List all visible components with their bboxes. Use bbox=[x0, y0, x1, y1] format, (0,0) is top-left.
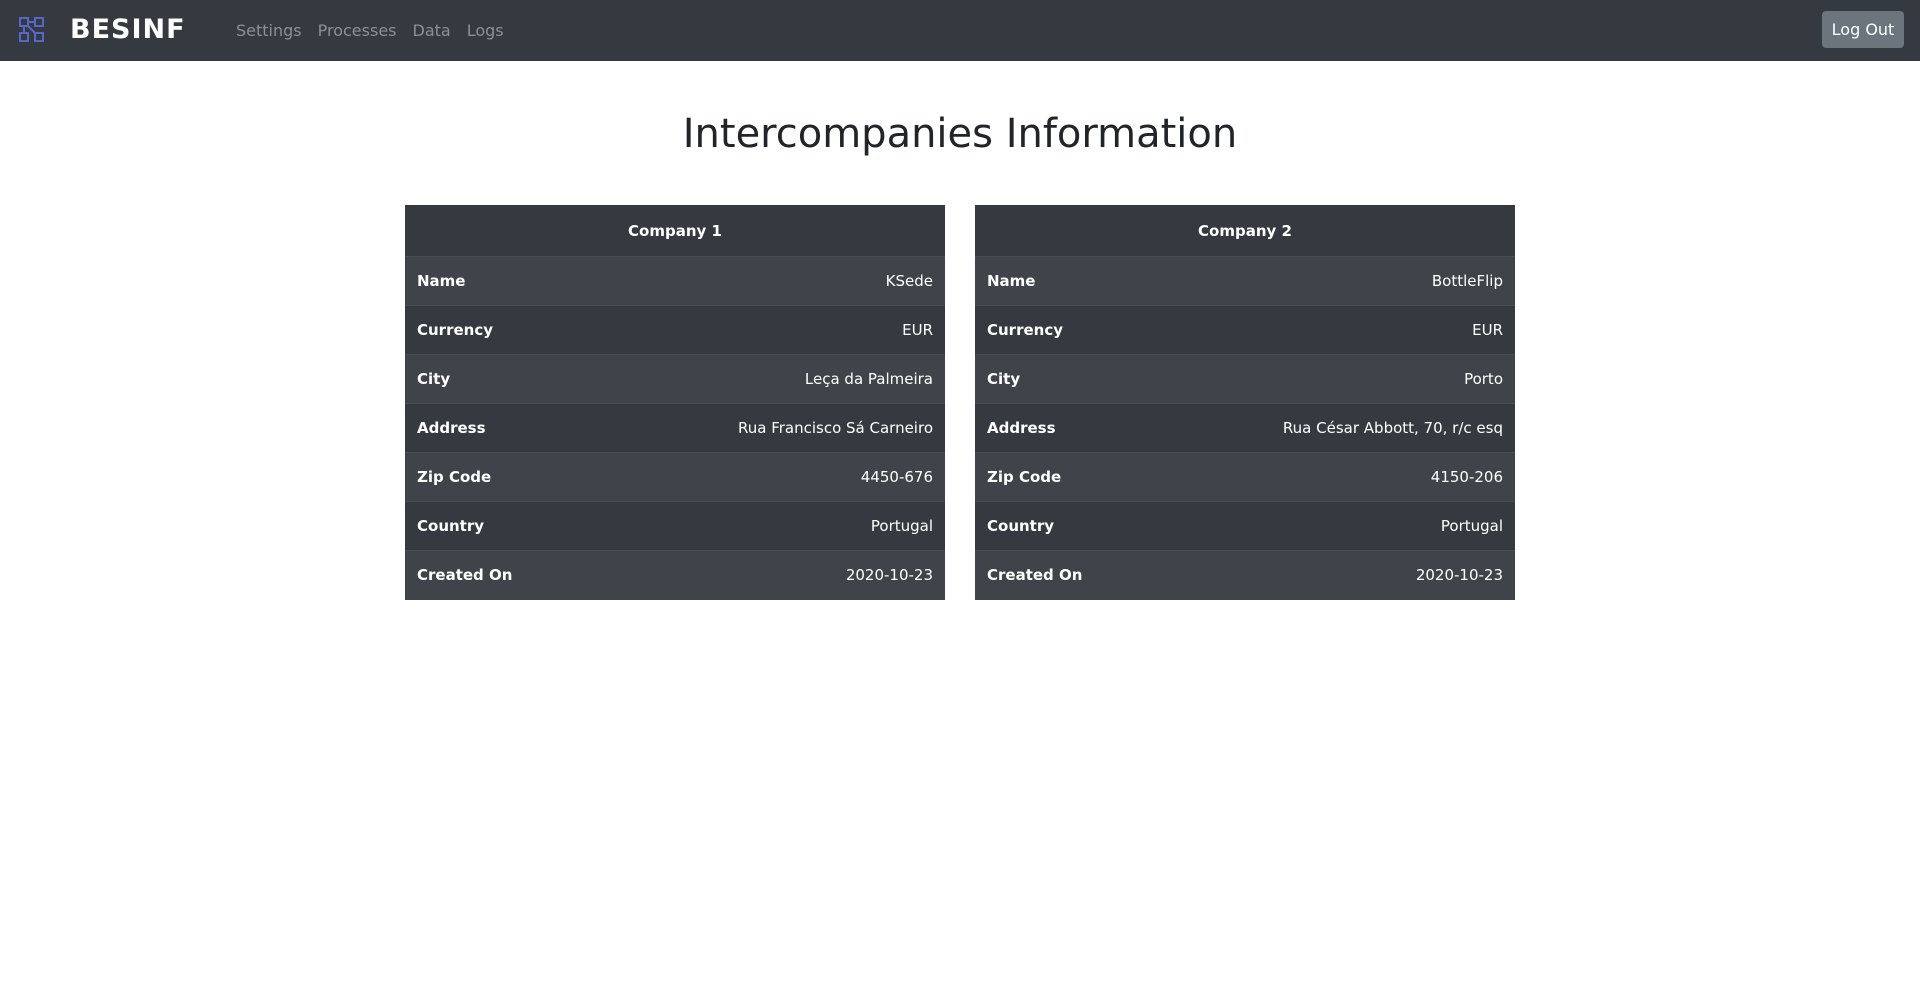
company-2-header: Company 2 bbox=[975, 205, 1515, 257]
table-row: Name BottleFlip bbox=[975, 256, 1515, 306]
row-label: Name bbox=[405, 256, 596, 306]
company-1-header: Company 1 bbox=[405, 205, 945, 257]
row-label: Name bbox=[975, 256, 1153, 306]
nav-link-logs[interactable]: Logs bbox=[459, 0, 512, 61]
row-value: BottleFlip bbox=[1152, 256, 1515, 306]
table-row: Zip Code 4150-206 bbox=[975, 452, 1515, 502]
company-2-table-wrap: Company 2 Name BottleFlip Currency EUR C… bbox=[975, 205, 1515, 600]
row-value: 2020-10-23 bbox=[595, 550, 945, 600]
row-label: Country bbox=[975, 501, 1153, 551]
table-row: Address Rua Francisco Sá Carneiro bbox=[405, 403, 945, 453]
row-value: Portugal bbox=[595, 501, 945, 551]
row-value: EUR bbox=[595, 305, 945, 355]
row-label: Currency bbox=[405, 305, 596, 355]
row-label: Created On bbox=[975, 550, 1153, 600]
nav-link-processes[interactable]: Processes bbox=[310, 0, 405, 61]
company-1-table: Company 1 Name KSede Currency EUR City L… bbox=[405, 205, 945, 600]
row-label: Address bbox=[405, 403, 596, 453]
row-value: KSede bbox=[595, 256, 945, 306]
nav-link-settings[interactable]: Settings bbox=[236, 0, 310, 61]
nav-links: Settings Processes Data Logs bbox=[236, 0, 512, 61]
brand-logo[interactable]: BESINF bbox=[70, 10, 186, 50]
row-value: Porto bbox=[1152, 354, 1515, 404]
row-value: Rua Francisco Sá Carneiro bbox=[595, 403, 945, 453]
row-value: 2020-10-23 bbox=[1152, 550, 1515, 600]
network-nodes-icon[interactable] bbox=[18, 16, 45, 43]
row-label: Zip Code bbox=[405, 452, 596, 502]
company-1-table-wrap: Company 1 Name KSede Currency EUR City L… bbox=[405, 205, 945, 600]
table-row: Country Portugal bbox=[975, 501, 1515, 551]
row-value: Leça da Palmeira bbox=[595, 354, 945, 404]
table-row: Address Rua César Abbott, 70, r/c esq bbox=[975, 403, 1515, 453]
row-label: Address bbox=[975, 403, 1153, 453]
row-value: 4150-206 bbox=[1152, 452, 1515, 502]
row-label: City bbox=[975, 354, 1153, 404]
row-value: 4450-676 bbox=[595, 452, 945, 502]
table-row: City Leça da Palmeira bbox=[405, 354, 945, 404]
table-row: Created On 2020-10-23 bbox=[975, 550, 1515, 600]
row-label: Country bbox=[405, 501, 596, 551]
top-navbar: BESINF Settings Processes Data Logs Log … bbox=[0, 0, 1920, 61]
row-value: Portugal bbox=[1152, 501, 1515, 551]
row-label: City bbox=[405, 354, 596, 404]
nav-link-data[interactable]: Data bbox=[405, 0, 459, 61]
table-row: Country Portugal bbox=[405, 501, 945, 551]
table-row: Name KSede bbox=[405, 256, 945, 306]
company-2-table: Company 2 Name BottleFlip Currency EUR C… bbox=[975, 205, 1515, 600]
row-value: Rua César Abbott, 70, r/c esq bbox=[1152, 403, 1515, 453]
table-row: Currency EUR bbox=[975, 305, 1515, 355]
row-label: Created On bbox=[405, 550, 596, 600]
table-row: City Porto bbox=[975, 354, 1515, 404]
page-title: Intercompanies Information bbox=[682, 111, 1238, 157]
row-label: Currency bbox=[975, 305, 1153, 355]
logout-button[interactable]: Log Out bbox=[1822, 11, 1904, 48]
table-row: Created On 2020-10-23 bbox=[405, 550, 945, 600]
row-value: EUR bbox=[1152, 305, 1515, 355]
row-label: Zip Code bbox=[975, 452, 1153, 502]
table-row: Currency EUR bbox=[405, 305, 945, 355]
table-row: Zip Code 4450-676 bbox=[405, 452, 945, 502]
